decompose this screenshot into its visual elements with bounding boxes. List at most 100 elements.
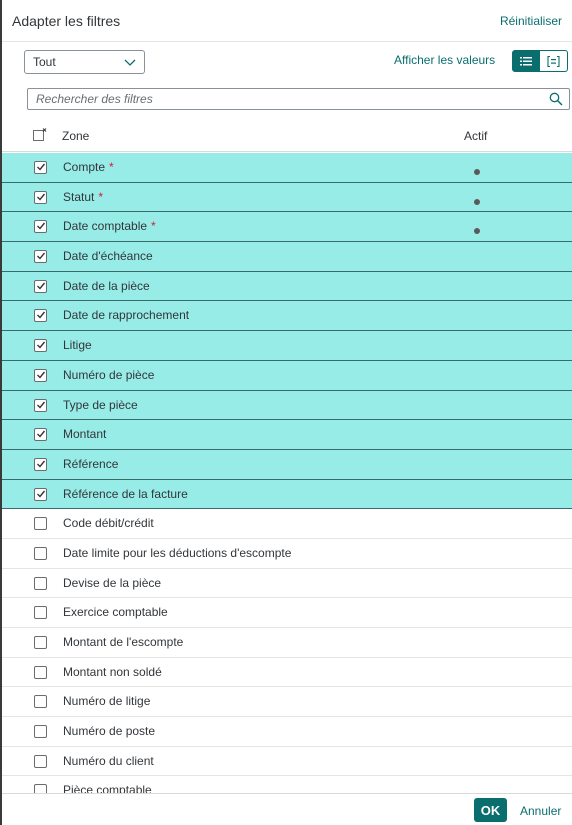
list-item[interactable]: Type de pièce xyxy=(2,390,572,421)
active-indicator xyxy=(474,169,480,175)
dialog-footer: OK Annuler xyxy=(2,793,572,825)
row-label: Date d'échéance xyxy=(63,249,153,263)
show-values-link[interactable]: Afficher les valeurs xyxy=(394,53,495,67)
required-marker: * xyxy=(98,189,104,204)
row-checkbox[interactable] xyxy=(34,220,47,234)
list-item[interactable]: Numéro de poste xyxy=(2,717,572,747)
row-checkbox[interactable] xyxy=(34,665,47,679)
list-item[interactable]: Montant non soldé xyxy=(2,658,572,688)
chevron-down-icon xyxy=(124,59,136,66)
list-item[interactable]: Date comptable * xyxy=(2,212,572,243)
list-item[interactable]: Numéro de pièce xyxy=(2,360,572,391)
row-checkbox[interactable] xyxy=(34,398,47,412)
row-label-text: Date de la pièce xyxy=(63,278,150,293)
list-item[interactable]: Montant xyxy=(2,420,572,450)
active-indicator xyxy=(474,198,480,205)
row-label: Numéro de poste xyxy=(63,724,155,738)
row-label: Référence xyxy=(63,457,118,471)
list-item[interactable]: Numéro de litige xyxy=(2,687,572,718)
cancel-button[interactable]: Annuler xyxy=(520,804,561,818)
list-item[interactable]: Litige xyxy=(2,331,572,361)
row-label-text: Montant xyxy=(63,427,107,442)
list-item[interactable]: Pièce comptable xyxy=(2,776,572,793)
row-label-text: Compte xyxy=(63,160,106,174)
list-item[interactable]: Date de rapprochement xyxy=(2,301,572,332)
row-label: Pièce comptable xyxy=(63,783,152,793)
row-label: Numéro du client xyxy=(63,754,154,768)
row-checkbox[interactable] xyxy=(34,428,47,442)
dialog-title: Adapter les filtres xyxy=(12,12,121,29)
view-toggle xyxy=(512,50,568,72)
row-label: Code débit/crédit xyxy=(63,516,154,530)
row-checkbox[interactable] xyxy=(34,368,47,382)
list-item[interactable]: Montant de l'escompte xyxy=(2,628,572,658)
list-item[interactable]: Date d'échéance xyxy=(2,242,572,272)
list-item[interactable]: Code débit/crédit xyxy=(2,509,572,539)
filter-toolbar: Tout Afficher les valeurs xyxy=(2,42,572,82)
row-checkbox[interactable] xyxy=(34,279,47,293)
row-checkbox[interactable] xyxy=(34,517,47,531)
required-marker: * xyxy=(109,160,114,174)
row-checkbox[interactable] xyxy=(34,250,47,264)
list-item[interactable]: Référence xyxy=(2,449,572,480)
row-label-text: Date d'échéance xyxy=(63,249,153,264)
select-all-icon[interactable] xyxy=(33,128,47,142)
list-item[interactable]: Exercice comptable xyxy=(2,598,572,628)
row-label-text: Exercice comptable xyxy=(63,605,168,620)
row-checkbox[interactable] xyxy=(34,725,47,739)
zone-column-label: Zone xyxy=(62,129,90,143)
row-checkbox[interactable] xyxy=(34,487,47,501)
list-icon xyxy=(520,56,532,65)
list-item[interactable]: Référence de la facture xyxy=(2,479,572,510)
list-view-button[interactable] xyxy=(512,50,540,72)
ok-button[interactable]: OK xyxy=(474,798,507,822)
filter-list: Compte * Statut * Date comptable * Date d'éché… xyxy=(2,153,572,793)
list-item[interactable]: Compte * xyxy=(2,153,572,183)
checkmark-icon xyxy=(37,341,46,349)
search-input[interactable]: Rechercher des filtres xyxy=(27,88,570,110)
row-label: Exercice comptable xyxy=(63,605,168,619)
checkmark-icon xyxy=(37,163,46,171)
row-label-text: Pièce comptable xyxy=(63,783,152,793)
row-label-text: Numéro de litige xyxy=(63,694,151,709)
actif-column-label: Actif xyxy=(464,129,488,143)
list-item[interactable]: Numéro du client xyxy=(2,747,572,777)
row-label-text: Code débit/crédit xyxy=(63,516,154,531)
adapt-filters-dialog: Adapter les filtres Réinitialiser Tout A… xyxy=(0,0,572,825)
row-checkbox[interactable] xyxy=(34,457,47,471)
row-checkbox[interactable] xyxy=(34,339,47,353)
row-checkbox[interactable] xyxy=(34,754,47,768)
row-label: Date de la pièce xyxy=(63,279,150,293)
reset-button[interactable]: Réinitialiser xyxy=(500,14,562,28)
checkmark-icon xyxy=(37,460,46,468)
row-label-text: Référence de la facture xyxy=(63,486,188,501)
row-label: Compte * xyxy=(63,160,114,174)
row-label-text: Type de pièce xyxy=(63,397,138,412)
values-view-button[interactable] xyxy=(540,50,568,72)
list-item[interactable]: Statut * xyxy=(2,182,572,213)
bracket-list-icon xyxy=(547,55,560,67)
row-checkbox[interactable] xyxy=(34,695,47,709)
search-icon[interactable] xyxy=(549,92,563,106)
row-label: Date de rapprochement xyxy=(63,308,189,322)
list-item[interactable]: Date de la pièce xyxy=(2,271,572,302)
row-checkbox[interactable] xyxy=(34,546,47,560)
row-checkbox[interactable] xyxy=(34,576,47,590)
list-item[interactable]: Devise de la pièce xyxy=(2,569,572,599)
row-label: Montant de l'escompte xyxy=(63,635,183,649)
row-checkbox[interactable] xyxy=(34,190,47,204)
row-checkbox[interactable] xyxy=(34,636,47,649)
checkmark-icon xyxy=(37,430,46,438)
checkmark-icon xyxy=(37,282,46,290)
checkmark-icon xyxy=(37,490,46,498)
row-label-text: Montant de l'escompte xyxy=(63,635,184,649)
list-item[interactable]: Date limite pour les déductions d'escomp… xyxy=(2,539,572,569)
search-placeholder: Rechercher des filtres xyxy=(36,92,153,106)
row-checkbox[interactable] xyxy=(34,606,47,620)
row-checkbox[interactable] xyxy=(34,784,47,793)
checkmark-icon xyxy=(37,193,46,201)
row-label: Montant non soldé xyxy=(63,665,162,679)
filter-scope-select[interactable]: Tout xyxy=(24,50,145,74)
row-checkbox[interactable] xyxy=(34,309,47,323)
row-checkbox[interactable] xyxy=(34,161,47,174)
